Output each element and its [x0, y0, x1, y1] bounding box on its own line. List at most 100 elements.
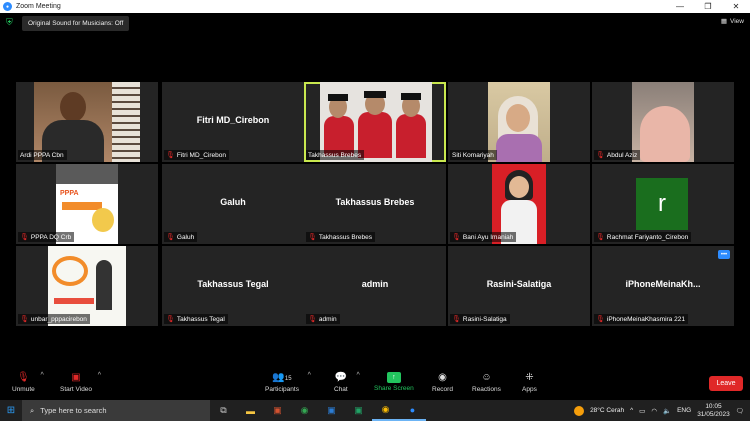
- taskbar-apps: ⧉ ▬ ▣ ◉ ▣ ▣ ◉ ●: [210, 400, 426, 421]
- view-button[interactable]: ▦ View: [720, 17, 744, 26]
- chevron-up-icon[interactable]: ^: [40, 372, 43, 379]
- chrome-icon[interactable]: ◉: [372, 400, 399, 421]
- participant-tile[interactable]: Galuh 🎙 Galuh: [162, 164, 304, 244]
- unmute-button[interactable]: 🎙 Unmute ^: [12, 372, 44, 393]
- leave-button[interactable]: Leave: [709, 376, 743, 391]
- participant-name-label: 🎙 Takhassus Brebes: [306, 232, 376, 242]
- participant-tile[interactable]: admin 🎙 admin: [304, 246, 446, 326]
- participant-display-name: Galuh: [220, 197, 246, 207]
- video-off-icon: ▣: [71, 372, 81, 383]
- start-video-button[interactable]: ▣ Start Video ^: [60, 372, 101, 393]
- participant-tile[interactable]: Siti Komariyah: [448, 82, 590, 162]
- participant-name-label: 🎙 Rasini-Salatiga: [450, 314, 510, 324]
- participant-name-label: 🎙 admin: [306, 314, 340, 324]
- wifi-icon[interactable]: ◠: [651, 407, 657, 415]
- battery-icon[interactable]: ▭: [639, 407, 645, 415]
- mic-muted-icon: 🎙: [17, 372, 30, 383]
- encryption-shield[interactable]: ⛨: [6, 17, 15, 27]
- reactions-label: Reactions: [472, 386, 501, 393]
- share-screen-button[interactable]: ↑ Share Screen: [374, 372, 414, 392]
- participant-tile[interactable]: PPPA 🎙 PPPA DQ Crb: [16, 164, 158, 244]
- participant-name-label: 🎙 Fitri MD_Cirebon: [164, 150, 230, 160]
- taskbar-clock[interactable]: 10:05 31/05/2023: [697, 403, 730, 419]
- chat-icon: 💬: [334, 372, 348, 383]
- chevron-up-icon[interactable]: ^: [630, 407, 633, 414]
- participant-display-name: iPhoneMeinaKh...: [625, 279, 701, 289]
- participant-tile[interactable]: 🎙 Abdul Aziz: [592, 82, 734, 162]
- mic-muted-icon: 🎙: [596, 152, 605, 159]
- chevron-up-icon[interactable]: ^: [356, 372, 359, 379]
- maximize-icon[interactable]: ❐: [694, 0, 722, 13]
- participant-display-name: Fitri MD_Cirebon: [196, 115, 270, 125]
- mic-muted-icon: 🎙: [308, 316, 317, 323]
- participant-name-label: Ardi PPPA Cbn: [18, 150, 67, 160]
- view-label: View: [730, 17, 744, 25]
- participant-name-label: Takhassus Brebes: [306, 150, 365, 160]
- avatar: r: [636, 178, 688, 230]
- file-explorer-icon[interactable]: ▬: [237, 400, 264, 421]
- participants-icon: 👥15: [272, 372, 292, 383]
- volume-icon[interactable]: 🔈: [663, 407, 671, 415]
- title-bar: ● Zoom Meeting — ❐ ✕: [0, 0, 750, 13]
- participant-tile[interactable]: Rasini-Salatiga 🎙 Rasini-Salatiga: [448, 246, 590, 326]
- mic-muted-icon: 🎙: [20, 234, 29, 241]
- powerpoint-icon[interactable]: ▣: [264, 400, 291, 421]
- participant-tile[interactable]: 🎙 unbar_pppacirebon: [16, 246, 158, 326]
- original-sound-badge[interactable]: Original Sound for Musicians: Off: [22, 16, 130, 31]
- participant-name-label: 🎙 PPPA DQ Crb: [18, 232, 75, 242]
- chat-button[interactable]: 💬 Chat ^: [334, 372, 360, 393]
- participant-tile[interactable]: ••• iPhoneMeinaKh... 🎙 iPhoneMeinaKhasmir…: [592, 246, 734, 326]
- participant-name-label: 🎙 iPhoneMeinaKhasmira 221: [594, 314, 688, 324]
- sound-status-label: Original Sound for Musicians: Off: [28, 20, 124, 27]
- mic-muted-icon: 🎙: [166, 152, 175, 159]
- excel-icon[interactable]: ▣: [345, 400, 372, 421]
- zoom-taskbar-icon[interactable]: ●: [399, 400, 426, 421]
- apps-button[interactable]: ⁜ Apps: [522, 372, 537, 393]
- chevron-up-icon[interactable]: ^: [308, 372, 311, 379]
- mic-muted-icon: 🎙: [596, 234, 605, 241]
- participant-tile[interactable]: r 🎙 Rachmat Fariyanto_Cirebon: [592, 164, 734, 244]
- participant-tile[interactable]: 🎙 Bani Ayu Imaniah: [448, 164, 590, 244]
- participant-name-label: 🎙 Galuh: [164, 232, 198, 242]
- minimize-icon[interactable]: —: [666, 0, 694, 13]
- task-view-icon[interactable]: ⧉: [210, 400, 237, 421]
- record-button[interactable]: ◉ Record: [432, 372, 453, 393]
- participant-name-label: 🎙 Abdul Aziz: [594, 150, 641, 160]
- share-screen-label: Share Screen: [374, 385, 414, 392]
- participant-display-name: Rasini-Salatiga: [486, 279, 552, 289]
- windows-start-icon[interactable]: ⊞: [0, 400, 22, 421]
- participant-tile-active-speaker[interactable]: Takhassus Brebes: [304, 82, 446, 162]
- participant-display-name: Takhassus Brebes: [335, 197, 415, 207]
- meeting-toolbar: 🎙 Unmute ^ ▣ Start Video ^ 👥15 Participa…: [0, 372, 750, 398]
- reactions-icon: ☺: [481, 372, 492, 383]
- participants-button[interactable]: 👥15 Participants ^: [265, 372, 311, 393]
- search-placeholder: Type here to search: [40, 406, 107, 415]
- chevron-up-icon[interactable]: ^: [98, 372, 101, 379]
- weather-text[interactable]: 28°C Cerah: [590, 407, 624, 414]
- windows-taskbar: ⊞ ⌕ Type here to search ⧉ ▬ ▣ ◉ ▣ ▣ ◉ ● …: [0, 400, 750, 421]
- language-indicator[interactable]: ENG: [677, 407, 691, 414]
- participant-tile[interactable]: Takhassus Brebes 🎙 Takhassus Brebes: [304, 164, 446, 244]
- participant-tile[interactable]: Ardi PPPA Cbn: [16, 82, 158, 162]
- participant-count: 15: [284, 376, 292, 382]
- system-tray: 28°C Cerah ^ ▭ ◠ 🔈 ENG 10:05 31/05/2023 …: [574, 400, 750, 421]
- record-label: Record: [432, 386, 453, 393]
- taskbar-search-box[interactable]: ⌕ Type here to search: [22, 400, 210, 421]
- chrome-icon[interactable]: ◉: [291, 400, 318, 421]
- reactions-button[interactable]: ☺ Reactions: [472, 372, 501, 393]
- mic-muted-icon: 🎙: [596, 316, 605, 323]
- apps-label: Apps: [522, 386, 537, 393]
- mic-muted-icon: 🎙: [308, 234, 317, 241]
- mic-muted-icon: 🎙: [20, 316, 29, 323]
- participants-label: Participants: [265, 386, 299, 393]
- search-icon: ⌕: [30, 405, 35, 415]
- grid-view-icon: ▦: [720, 18, 728, 25]
- notification-icon[interactable]: 🗨: [736, 407, 744, 415]
- word-icon[interactable]: ▣: [318, 400, 345, 421]
- chat-label: Chat: [334, 386, 348, 393]
- participant-tile[interactable]: Takhassus Tegal 🎙 Takhassus Tegal: [162, 246, 304, 326]
- close-icon[interactable]: ✕: [722, 0, 750, 13]
- participant-tile[interactable]: Fitri MD_Cirebon 🎙 Fitri MD_Cirebon: [162, 82, 304, 162]
- more-options-icon[interactable]: •••: [718, 250, 730, 259]
- record-icon: ◉: [438, 372, 447, 383]
